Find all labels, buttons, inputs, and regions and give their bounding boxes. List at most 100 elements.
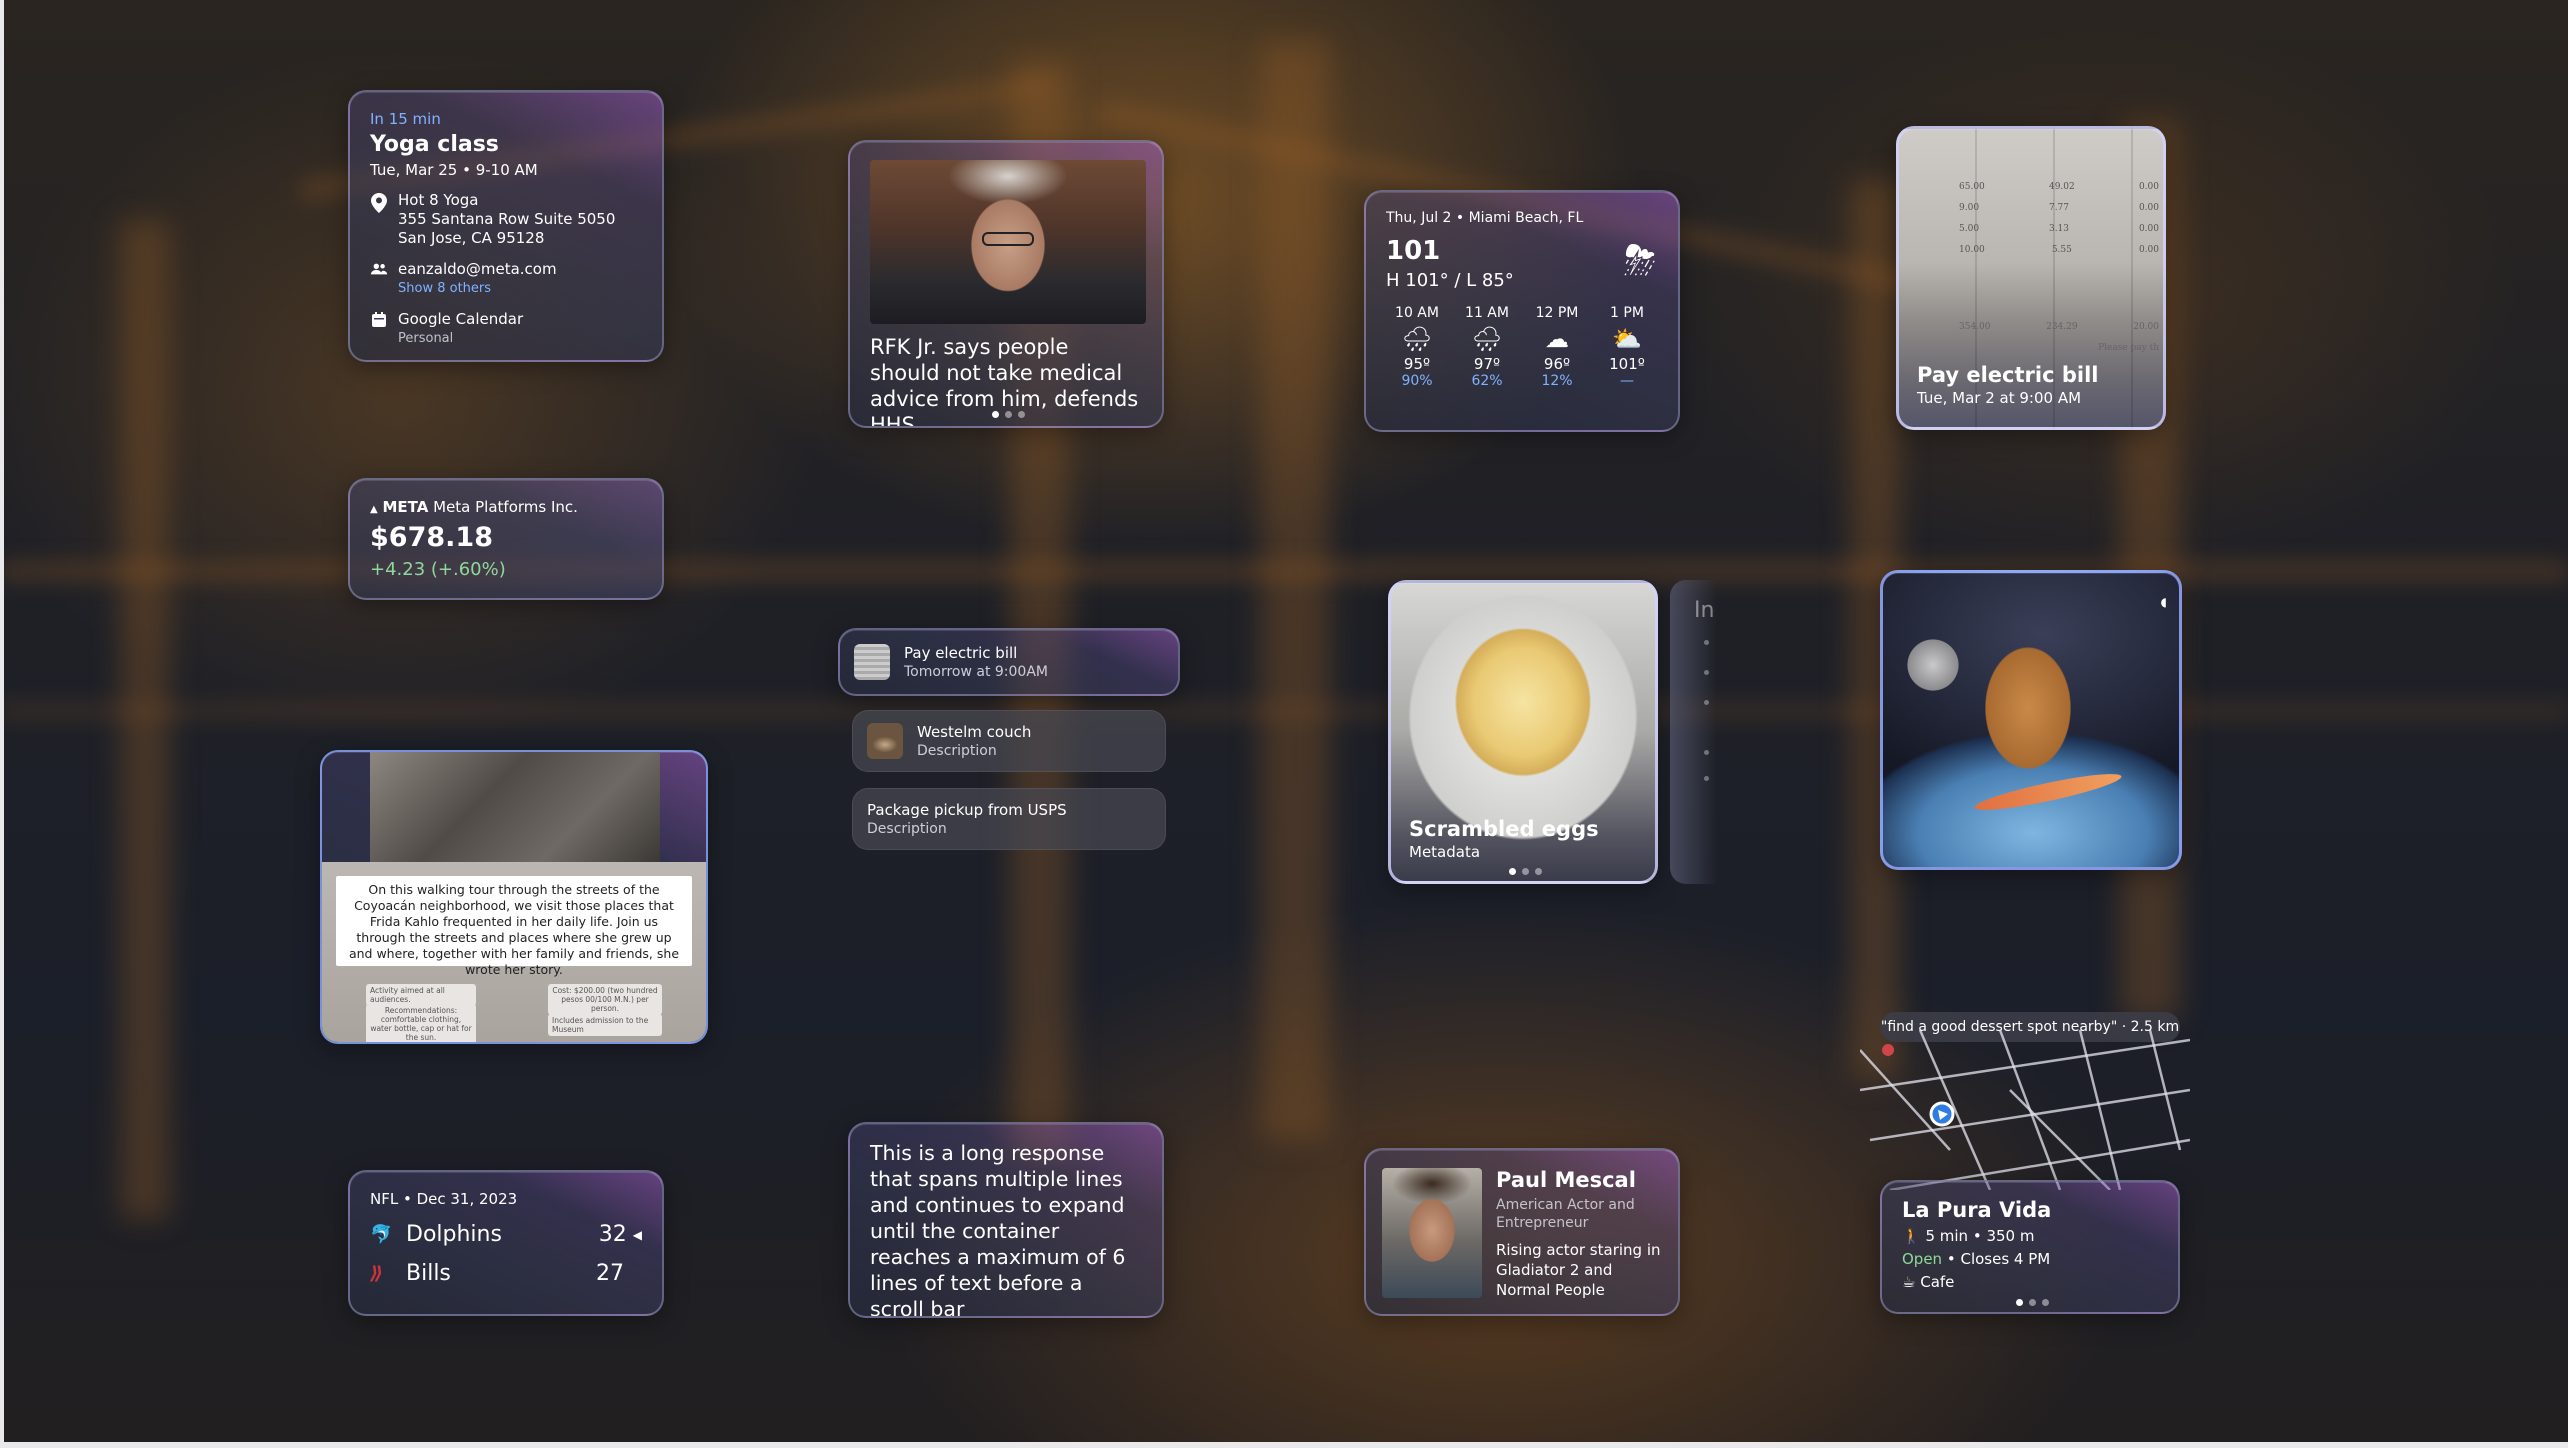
pagination-dots[interactable] (1509, 868, 1542, 875)
bill-value: 3.13 (2048, 224, 2070, 234)
bill-total: 234.29 (2046, 322, 2078, 332)
place-distance: 🚶 5 min • 350 m (1902, 1227, 2158, 1245)
hour-time: 10 AM (1395, 305, 1439, 321)
bill-reminder-card[interactable]: 65.00 49.02 0.00 9.00 7.77 0.00 5.00 3.13 0.00… (1896, 126, 2166, 430)
team-score: 32 (598, 1222, 627, 1247)
bill-value: 0.00 (2138, 203, 2159, 213)
team-score: 27 (596, 1261, 624, 1286)
address-line-2: San Jose, CA 95128 (398, 229, 545, 247)
food-photo-card[interactable]: Scrambled eggs Metadata (1388, 580, 1658, 884)
forecast-hour: 12 PM ☁ 96º 12% (1526, 305, 1588, 389)
location-name: Hot 8 Yoga (398, 191, 479, 209)
reminder-subtitle: Tomorrow at 9:00AM (904, 664, 1048, 680)
reminder-title: Package pickup from USPS (867, 801, 1067, 819)
hour-precip: 90% (1401, 373, 1433, 389)
bill-total: 354.00 (1959, 322, 1991, 332)
food-title: Scrambled eggs (1409, 817, 1599, 841)
hour-temp: 96º (1543, 355, 1571, 373)
walking-icon: 🚶 (1902, 1227, 1921, 1245)
tour-description: On this walking tour through the streets… (336, 876, 692, 977)
bill-thumbnail (854, 644, 890, 680)
event-attendees: eanzaldo@meta.com Show 8 others (370, 260, 642, 298)
doc-tag-admission: Includes admission to the Museum (548, 1014, 662, 1036)
weather-location: Thu, Jul 2 • Miami Beach, FL (1386, 210, 1584, 226)
hour-time: 12 PM (1535, 305, 1579, 321)
address-line-1: 355 Santana Row Suite 5050 (398, 210, 616, 228)
team-row-dolphins: 🐬 Dolphins 32 ◀ (370, 1222, 642, 1247)
bill-date: Tue, Mar 2 at 9:00 AM (1917, 389, 2082, 407)
reminder-item-package[interactable]: Package pickup from USPS Description (852, 788, 1166, 850)
category-text: Cafe (1920, 1273, 1955, 1291)
dolphins-logo-icon: 🐬 (370, 1224, 393, 1245)
event-calendar: Google Calendar Personal (370, 310, 642, 348)
attendee-email: eanzaldo@meta.com (398, 260, 557, 278)
team-name: Dolphins (406, 1222, 502, 1247)
bill-value: 7.77 (2048, 203, 2070, 213)
place-card[interactable]: La Pura Vida 🚶 5 min • 350 m Open • Clos… (1880, 1180, 2180, 1314)
bill-value: 65.00 (1959, 182, 1985, 192)
thunderstorm-icon: ⛈ (1624, 238, 1656, 284)
frida-photo (370, 752, 660, 862)
bill-value: 0.00 (2138, 182, 2159, 192)
calendar-event-card[interactable]: In 15 min Yoga class Tue, Mar 25 • 9-10 … (348, 90, 664, 362)
place-hours: Open • Closes 4 PM (1902, 1250, 2158, 1268)
partly-sunny-icon: ⛅ (1612, 325, 1642, 353)
event-location: Hot 8 Yoga 355 Santana Row Suite 5050 Sa… (370, 191, 642, 248)
stock-price: $678.18 (370, 522, 493, 553)
show-others-link[interactable]: Show 8 others (398, 279, 557, 298)
stock-header: ▲ META Meta Platforms Inc. (370, 498, 642, 516)
map-view[interactable] (1860, 1030, 2190, 1190)
surfboard-shape (1972, 767, 2124, 817)
assistant-response-card[interactable]: This is a long response that spans multi… (848, 1122, 1164, 1318)
sports-score-card[interactable]: NFL • Dec 31, 2023 🐬 Dolphins 32 ◀ ⟫ Bil… (348, 1170, 664, 1316)
person-role: American Actor and Entrepreneur (1496, 1197, 1635, 1231)
hour-precip: — (1620, 373, 1634, 389)
map-streets (1860, 1030, 2190, 1190)
generated-image-card[interactable]: ◖ (1880, 570, 2182, 870)
coffee-icon: ☕ (1902, 1273, 1916, 1291)
rain-icon: 🌧 (1401, 325, 1433, 353)
bill-title: Pay electric bill (1917, 363, 2099, 387)
place-pin-icon (1882, 1044, 1895, 1066)
pagination-dots[interactable] (992, 411, 1025, 418)
hour-temp: 97º (1473, 355, 1501, 373)
forecast-hour: 1 PM ⛅ 101º — (1596, 305, 1658, 389)
response-text: This is a long response that spans multi… (870, 1141, 1126, 1318)
high-low: H 101° / L 85° (1386, 270, 1514, 291)
doc-tag-recommendations: Recommendations: comfortable clothing, w… (366, 1004, 476, 1042)
bill-value: 9.00 (1959, 203, 1980, 213)
hour-time: 1 PM (1610, 305, 1644, 321)
weather-card[interactable]: Thu, Jul 2 • Miami Beach, FL 101 H 101° … (1364, 190, 1680, 432)
company-name: Meta Platforms Inc. (433, 498, 578, 516)
event-title: Yoga class (370, 132, 499, 157)
bills-logo-icon: ⟫ (370, 1263, 383, 1284)
hour-temp: 101º (1609, 355, 1645, 373)
closing-time: • Closes 4 PM (1946, 1250, 2051, 1268)
forecast-hour: 10 AM 🌧 95º 90% (1386, 305, 1448, 389)
reminder-item-electric-bill[interactable]: Pay electric bill Tomorrow at 9:00AM (838, 628, 1180, 696)
doc-tag-cost: Cost: $200.00 (two hundred pesos 00/100 … (548, 984, 662, 1015)
next-card-peek[interactable]: In (1670, 580, 1716, 884)
people-icon (370, 260, 388, 298)
stock-card[interactable]: ▲ META Meta Platforms Inc. $678.18 +4.23… (348, 478, 664, 600)
bill-value: 0.00 (2138, 224, 2159, 234)
pagination-dots[interactable] (2016, 1299, 2049, 1306)
bottom-edge (0, 1442, 2568, 1448)
hour-precip: 12% (1541, 373, 1573, 389)
open-status: Open (1902, 1250, 1943, 1268)
hour-temp: 95º (1403, 355, 1431, 373)
hour-precip: 62% (1471, 373, 1503, 389)
place-category: ☕ Cafe (1902, 1273, 2158, 1291)
reminder-item-couch[interactable]: Westelm couch Description (852, 710, 1166, 772)
document-photo-card[interactable]: On this walking tour through the streets… (320, 750, 708, 1044)
calendar-type: Personal (398, 331, 454, 346)
food-metadata: Metadata (1409, 843, 1481, 861)
person-name: Paul Mescal (1496, 1168, 1636, 1192)
calendar-name: Google Calendar (398, 310, 524, 328)
stock-change: +4.23 (+.60%) (370, 559, 506, 580)
news-card[interactable]: RFK Jr. says people should not take medi… (848, 140, 1164, 428)
reminder-subtitle: Description (917, 743, 997, 759)
person-card[interactable]: Paul Mescal American Actor and Entrepren… (1364, 1148, 1680, 1316)
person-photo (1382, 1168, 1482, 1298)
glasses-shape (982, 232, 1034, 246)
